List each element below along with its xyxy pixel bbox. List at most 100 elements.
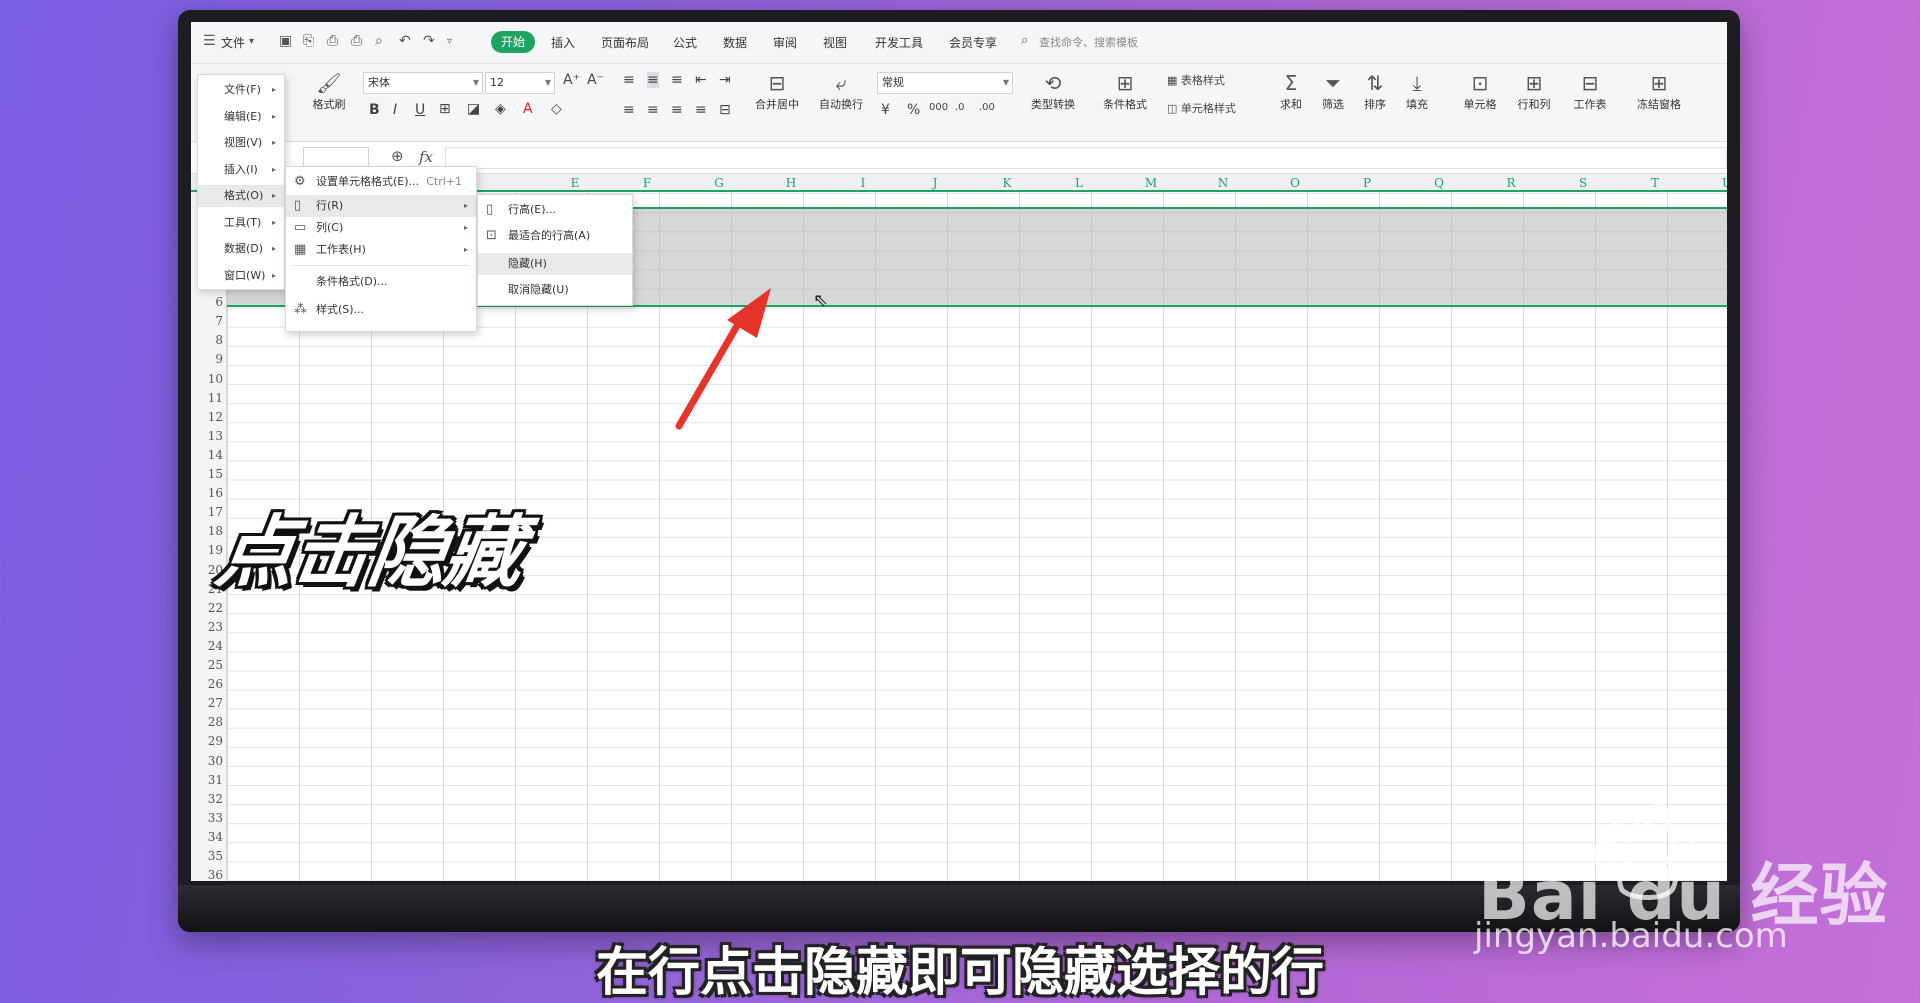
menu-item-row[interactable]: ▯ 行(R) ▸ [286,195,476,217]
column-header-cell[interactable]: N [1187,176,1259,190]
menu-item-main[interactable]: 视图(V) ▸ [198,132,284,154]
justify-icon[interactable]: ≡ [695,102,707,118]
increase-decimal-icon[interactable]: .0 [955,102,965,113]
indent-increase-icon[interactable]: ⇥ [719,72,731,88]
column-header-cell[interactable]: U [1691,176,1727,190]
undo-icon[interactable]: ↶ [399,33,411,49]
number-format-select[interactable]: 常规 ▼ [877,72,1013,94]
underline-button[interactable]: U [415,102,425,118]
row-header-cell[interactable]: 22 [191,601,223,615]
distribute-icon[interactable]: ⊟ [719,102,731,118]
menu-item-hide[interactable]: 隐藏(H) [478,253,632,275]
row-header-cell[interactable]: 11 [191,391,223,405]
clear-format-icon[interactable]: ◇ [551,101,562,117]
row-header-cell[interactable]: 16 [191,486,223,500]
command-search[interactable]: 查找命令、搜索模板 [1039,34,1138,50]
align-bottom-icon[interactable]: ≡ [671,72,683,88]
column-header-cell[interactable]: O [1259,176,1331,190]
filter-button[interactable]: ⏷ 筛选 [1315,70,1351,112]
increase-font-icon[interactable]: A⁺ [563,72,580,88]
fx-label[interactable]: fx [419,148,433,166]
column-header-cell[interactable]: H [755,176,827,190]
menu-item-main[interactable]: 文件(F) ▸ [198,79,284,101]
align-top-icon[interactable]: ≡ [623,72,635,88]
column-header-cell[interactable]: E [539,176,611,190]
preview-icon[interactable]: ⌕ [375,33,383,49]
save-icon[interactable]: ▣ [279,33,292,49]
row-header-cell[interactable]: 26 [191,677,223,691]
font-size-select[interactable]: 12 ▼ [485,72,555,94]
fill-button[interactable]: ⤓ 填充 [1399,70,1435,112]
row-header-cell[interactable]: 6 [191,295,223,309]
row-header-cell[interactable]: 24 [191,639,223,653]
column-header-cell[interactable]: L [1043,176,1115,190]
row-header-cell[interactable]: 12 [191,410,223,424]
decrease-decimal-icon[interactable]: .00 [979,102,995,113]
menu-item-unhide[interactable]: 取消隐藏(U) [478,279,632,301]
align-center-icon[interactable]: ≡ [647,102,659,118]
fill-color-icon[interactable]: ◪ [467,101,480,117]
menu-item-main[interactable]: 格式(O) ▸ [198,185,284,207]
menu-item-sheet[interactable]: ▦ 工作表(H) ▸ [286,239,476,261]
row-header-cell[interactable]: 15 [191,467,223,481]
menu-item-main[interactable]: 插入(I) ▸ [198,159,284,181]
tab-view[interactable]: 视图 [823,34,847,51]
cell-button[interactable]: ⊡ 单元格 [1457,70,1503,112]
formula-input[interactable] [445,147,1727,169]
table-style-button[interactable]: ▦ 表格样式 [1167,72,1225,88]
row-header-cell[interactable]: 32 [191,792,223,806]
menu-item-main[interactable]: 窗口(W) ▸ [198,265,284,287]
menu-item-main[interactable]: 编辑(E) ▸ [198,106,284,128]
row-header-cell[interactable]: 23 [191,620,223,634]
tab-formula[interactable]: 公式 [673,34,697,51]
tab-home[interactable]: 开始 [491,31,535,53]
tab-member[interactable]: 会员专享 [949,34,997,51]
print-preview-icon[interactable]: ⎙ [351,33,362,49]
export-icon[interactable]: ⎘ [303,33,314,49]
freeze-panes-button[interactable]: ⊞ 冻结窗格 [1629,70,1689,112]
border-icon[interactable]: ⊞ [439,101,451,117]
row-header-cell[interactable]: 25 [191,658,223,672]
align-right-icon[interactable]: ≡ [671,102,683,118]
redo-icon[interactable]: ↷ [423,33,435,49]
bold-button[interactable]: B [369,102,380,118]
worksheet-button[interactable]: ⊟ 工作表 [1567,70,1613,112]
tab-review[interactable]: 审阅 [773,34,797,51]
align-middle-icon[interactable]: ≡ [647,72,659,88]
row-header-cell[interactable]: 17 [191,505,223,519]
row-header-cell[interactable]: 30 [191,754,223,768]
row-header-cell[interactable]: 18 [191,524,223,538]
column-header-cell[interactable]: G [683,176,755,190]
column-header-cell[interactable]: J [899,176,971,190]
indent-decrease-icon[interactable]: ⇤ [695,72,707,88]
column-header-cell[interactable]: F [611,176,683,190]
menu-item-style[interactable]: ⁂ 样式(S)... [286,299,476,321]
row-header-cell[interactable]: 7 [191,314,223,328]
font-name-select[interactable]: 宋体 ▼ [363,72,483,94]
customize-icon[interactable]: ▿ [447,36,452,47]
menu-item-conditional-format[interactable]: 条件格式(D)... [286,271,476,293]
row-header-cell[interactable]: 29 [191,734,223,748]
percent-button[interactable]: % [907,102,920,118]
column-header-cell[interactable]: T [1619,176,1691,190]
row-header-cell[interactable]: 31 [191,773,223,787]
menu-item-row-height[interactable]: ▯ 行高(E)... [478,199,632,221]
italic-button[interactable]: I [393,102,397,118]
row-header-cell[interactable]: 13 [191,429,223,443]
chevron-down-icon[interactable]: ▾ [249,36,254,47]
row-header-cell[interactable]: 14 [191,448,223,462]
column-header-cell[interactable]: R [1475,176,1547,190]
column-header-cell[interactable]: K [971,176,1043,190]
row-header-cell[interactable]: 9 [191,352,223,366]
hamburger-icon[interactable]: ☰ [203,33,216,49]
row-header-cell[interactable]: 33 [191,811,223,825]
row-header-cell[interactable]: 10 [191,372,223,386]
sort-button[interactable]: ⇅ 排序 [1357,70,1393,112]
format-painter-button[interactable]: 🖌 格式刷 [309,70,349,112]
thousands-icon[interactable]: 000 [929,102,948,113]
font-color-icon[interactable]: A [523,101,533,117]
type-convert-button[interactable]: ⟲ 类型转换 [1025,70,1081,112]
conditional-format-button[interactable]: ⊞ 条件格式 [1097,70,1153,112]
tab-developer[interactable]: 开发工具 [875,34,923,51]
column-header-cell[interactable]: S [1547,176,1619,190]
